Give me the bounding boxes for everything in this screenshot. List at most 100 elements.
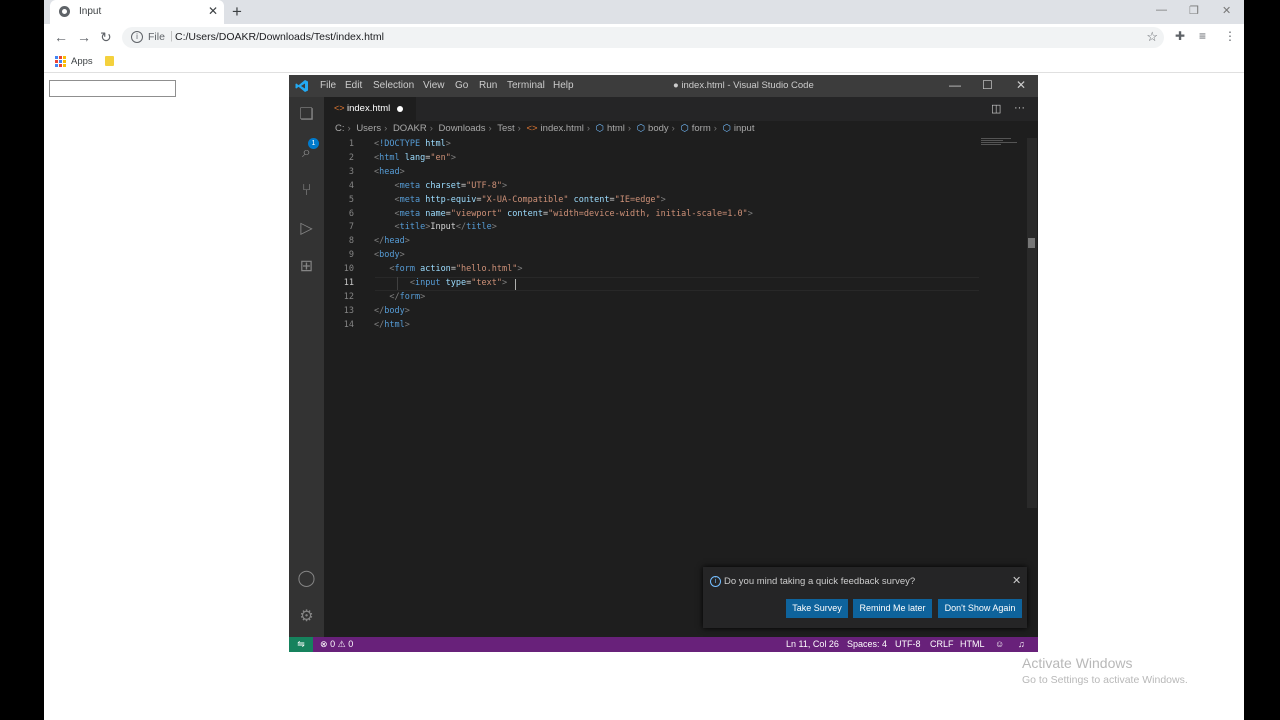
- tag-symbol-icon: ⬡: [722, 123, 731, 134]
- editor-tab-bar: <> index.html ◫ ···: [324, 97, 1038, 121]
- folder-icon[interactable]: [105, 56, 114, 66]
- notifications-bell-icon[interactable]: ♫: [1018, 639, 1025, 649]
- breadcrumb-item[interactable]: form: [692, 123, 711, 134]
- tab-strip: Input ✕ + — ❐ ✕: [44, 0, 1244, 24]
- unsaved-dot-icon[interactable]: [397, 106, 403, 112]
- explorer-icon[interactable]: ❏: [297, 105, 316, 124]
- extensions-icon[interactable]: ✚: [1175, 29, 1185, 43]
- menu-help[interactable]: Help: [553, 80, 574, 91]
- line-number: 11: [343, 278, 354, 288]
- menu-file[interactable]: File: [320, 80, 336, 91]
- editor-tab-label: index.html: [347, 103, 391, 114]
- breadcrumb-item[interactable]: index.html: [541, 123, 584, 134]
- info-icon: i: [710, 576, 721, 587]
- remote-indicator-icon[interactable]: ⇋: [289, 637, 313, 652]
- menu-terminal[interactable]: Terminal: [507, 80, 545, 91]
- new-tab-icon[interactable]: +: [232, 2, 242, 22]
- url-text[interactable]: C:/Users/DOAKR/Downloads/Test/index.html: [175, 31, 384, 43]
- take-survey-button[interactable]: Take Survey: [786, 599, 848, 618]
- info-icon[interactable]: i: [131, 31, 143, 43]
- breadcrumb-item[interactable]: Test: [497, 123, 514, 134]
- window-title: ● index.html - Visual Studio Code: [673, 80, 814, 91]
- apps-bookmark[interactable]: Apps: [71, 56, 93, 67]
- close-window-icon[interactable]: ✕: [1222, 4, 1231, 17]
- vscode-window: File Edit Selection View Go Run Terminal…: [289, 75, 1038, 652]
- back-icon[interactable]: ←: [54, 29, 68, 45]
- reload-icon[interactable]: ↻: [100, 29, 112, 46]
- code-line: <head>: [374, 166, 405, 177]
- address-bar[interactable]: i File | C:/Users/DOAKR/Downloads/Test/i…: [122, 27, 1164, 48]
- scrollbar-thumb[interactable]: [1028, 238, 1035, 248]
- bookmarks-bar: Apps: [44, 51, 1244, 73]
- menu-selection[interactable]: Selection: [373, 80, 414, 91]
- more-actions-icon[interactable]: ···: [1014, 102, 1025, 114]
- maximize-icon[interactable]: ☐: [982, 78, 993, 92]
- editor-scrollbar[interactable]: [1027, 138, 1037, 508]
- html-file-icon: <>: [334, 103, 345, 113]
- dont-show-again-button[interactable]: Don't Show Again: [938, 599, 1022, 618]
- status-bar: ⇋ ⊗ 0 ⚠ 0 Ln 11, Col 26 Spaces: 4 UTF-8 …: [289, 637, 1038, 652]
- search-icon[interactable]: ⌕: [297, 143, 316, 162]
- source-control-icon[interactable]: ⑂: [297, 181, 316, 200]
- restore-icon[interactable]: ❐: [1189, 4, 1199, 17]
- problems-indicator[interactable]: ⊗ 0 ⚠ 0: [320, 639, 353, 650]
- tag-symbol-icon: ⬡: [595, 123, 604, 134]
- manage-gear-icon[interactable]: ⚙: [297, 607, 316, 626]
- survey-notification: i Do you mind taking a quick feedback su…: [703, 567, 1027, 628]
- menu-edit[interactable]: Edit: [345, 80, 362, 91]
- cursor-position[interactable]: Ln 11, Col 26: [786, 639, 839, 649]
- language-mode[interactable]: HTML: [960, 639, 985, 649]
- tag-symbol-icon: ⬡: [680, 123, 689, 134]
- menu-view[interactable]: View: [423, 80, 445, 91]
- code-line: <!DOCTYPE html>: [374, 139, 451, 149]
- breadcrumb-item[interactable]: Users: [356, 123, 381, 134]
- code-line: <body>: [374, 250, 405, 261]
- encoding[interactable]: UTF-8: [895, 639, 921, 649]
- watermark-subtitle: Go to Settings to activate Windows.: [1022, 674, 1188, 686]
- more-menu-icon[interactable]: ⋮: [1224, 29, 1236, 43]
- close-notification-icon[interactable]: ✕: [1012, 574, 1021, 587]
- close-tab-icon[interactable]: ✕: [208, 4, 218, 18]
- feedback-icon[interactable]: ☺: [995, 639, 1004, 649]
- breadcrumb-item[interactable]: DOAKR: [393, 123, 427, 134]
- indentation[interactable]: Spaces: 4: [847, 639, 887, 649]
- minimize-icon[interactable]: —: [949, 78, 961, 92]
- line-ending[interactable]: CRLF: [930, 639, 954, 649]
- close-icon[interactable]: ✕: [1016, 78, 1026, 92]
- menu-go[interactable]: Go: [455, 80, 468, 91]
- code-line: </form>: [389, 291, 426, 302]
- breadcrumb-item[interactable]: Downloads: [439, 123, 486, 134]
- minimap[interactable]: [981, 138, 1021, 158]
- extensions-icon[interactable]: ⊞: [297, 257, 316, 276]
- browser-tab[interactable]: Input ✕: [50, 0, 224, 24]
- breadcrumb-item[interactable]: html: [607, 123, 625, 134]
- html-file-icon: <>: [526, 123, 538, 134]
- line-number: 3: [348, 166, 354, 177]
- menu-run[interactable]: Run: [479, 80, 497, 91]
- watermark-title: Activate Windows: [1022, 655, 1133, 671]
- address-toolbar: ← → ↻ i File | C:/Users/DOAKR/Downloads/…: [44, 24, 1244, 51]
- breadcrumb-item[interactable]: body: [648, 123, 669, 134]
- apps-grid-icon[interactable]: [55, 56, 66, 67]
- line-number: 12: [343, 291, 354, 302]
- remind-me-later-button[interactable]: Remind Me later: [853, 599, 932, 618]
- text-cursor: [515, 279, 516, 290]
- breadcrumb-item[interactable]: input: [734, 123, 755, 134]
- code-line: <meta name="viewport" content="width=dev…: [394, 208, 753, 219]
- line-number: 10: [343, 264, 354, 275]
- breadcrumb-item[interactable]: C:: [335, 123, 345, 134]
- code-line: </head>: [374, 236, 410, 247]
- run-debug-icon[interactable]: ▷: [297, 219, 316, 238]
- account-icon[interactable]: ◯: [297, 569, 316, 588]
- media-controls-icon[interactable]: ≡: [1199, 29, 1206, 43]
- minimize-icon[interactable]: —: [1156, 4, 1167, 16]
- editor-tab-index-html[interactable]: <> index.html: [324, 97, 416, 121]
- code-line: <form action="hello.html">: [389, 264, 523, 275]
- page-text-input[interactable]: [49, 80, 176, 97]
- bookmark-star-icon[interactable]: ☆: [1146, 29, 1158, 45]
- breadcrumb: C: › Users › DOAKR › Downloads › Test › <> ind…: [335, 123, 755, 134]
- code-editor[interactable]: 1 2 3 4 5 6 7 8 9 10 11 12 13 14 <!DOCTY…: [324, 138, 979, 398]
- split-editor-icon[interactable]: ◫: [991, 102, 1001, 115]
- line-number: 7: [348, 222, 354, 233]
- forward-icon[interactable]: →: [77, 29, 91, 45]
